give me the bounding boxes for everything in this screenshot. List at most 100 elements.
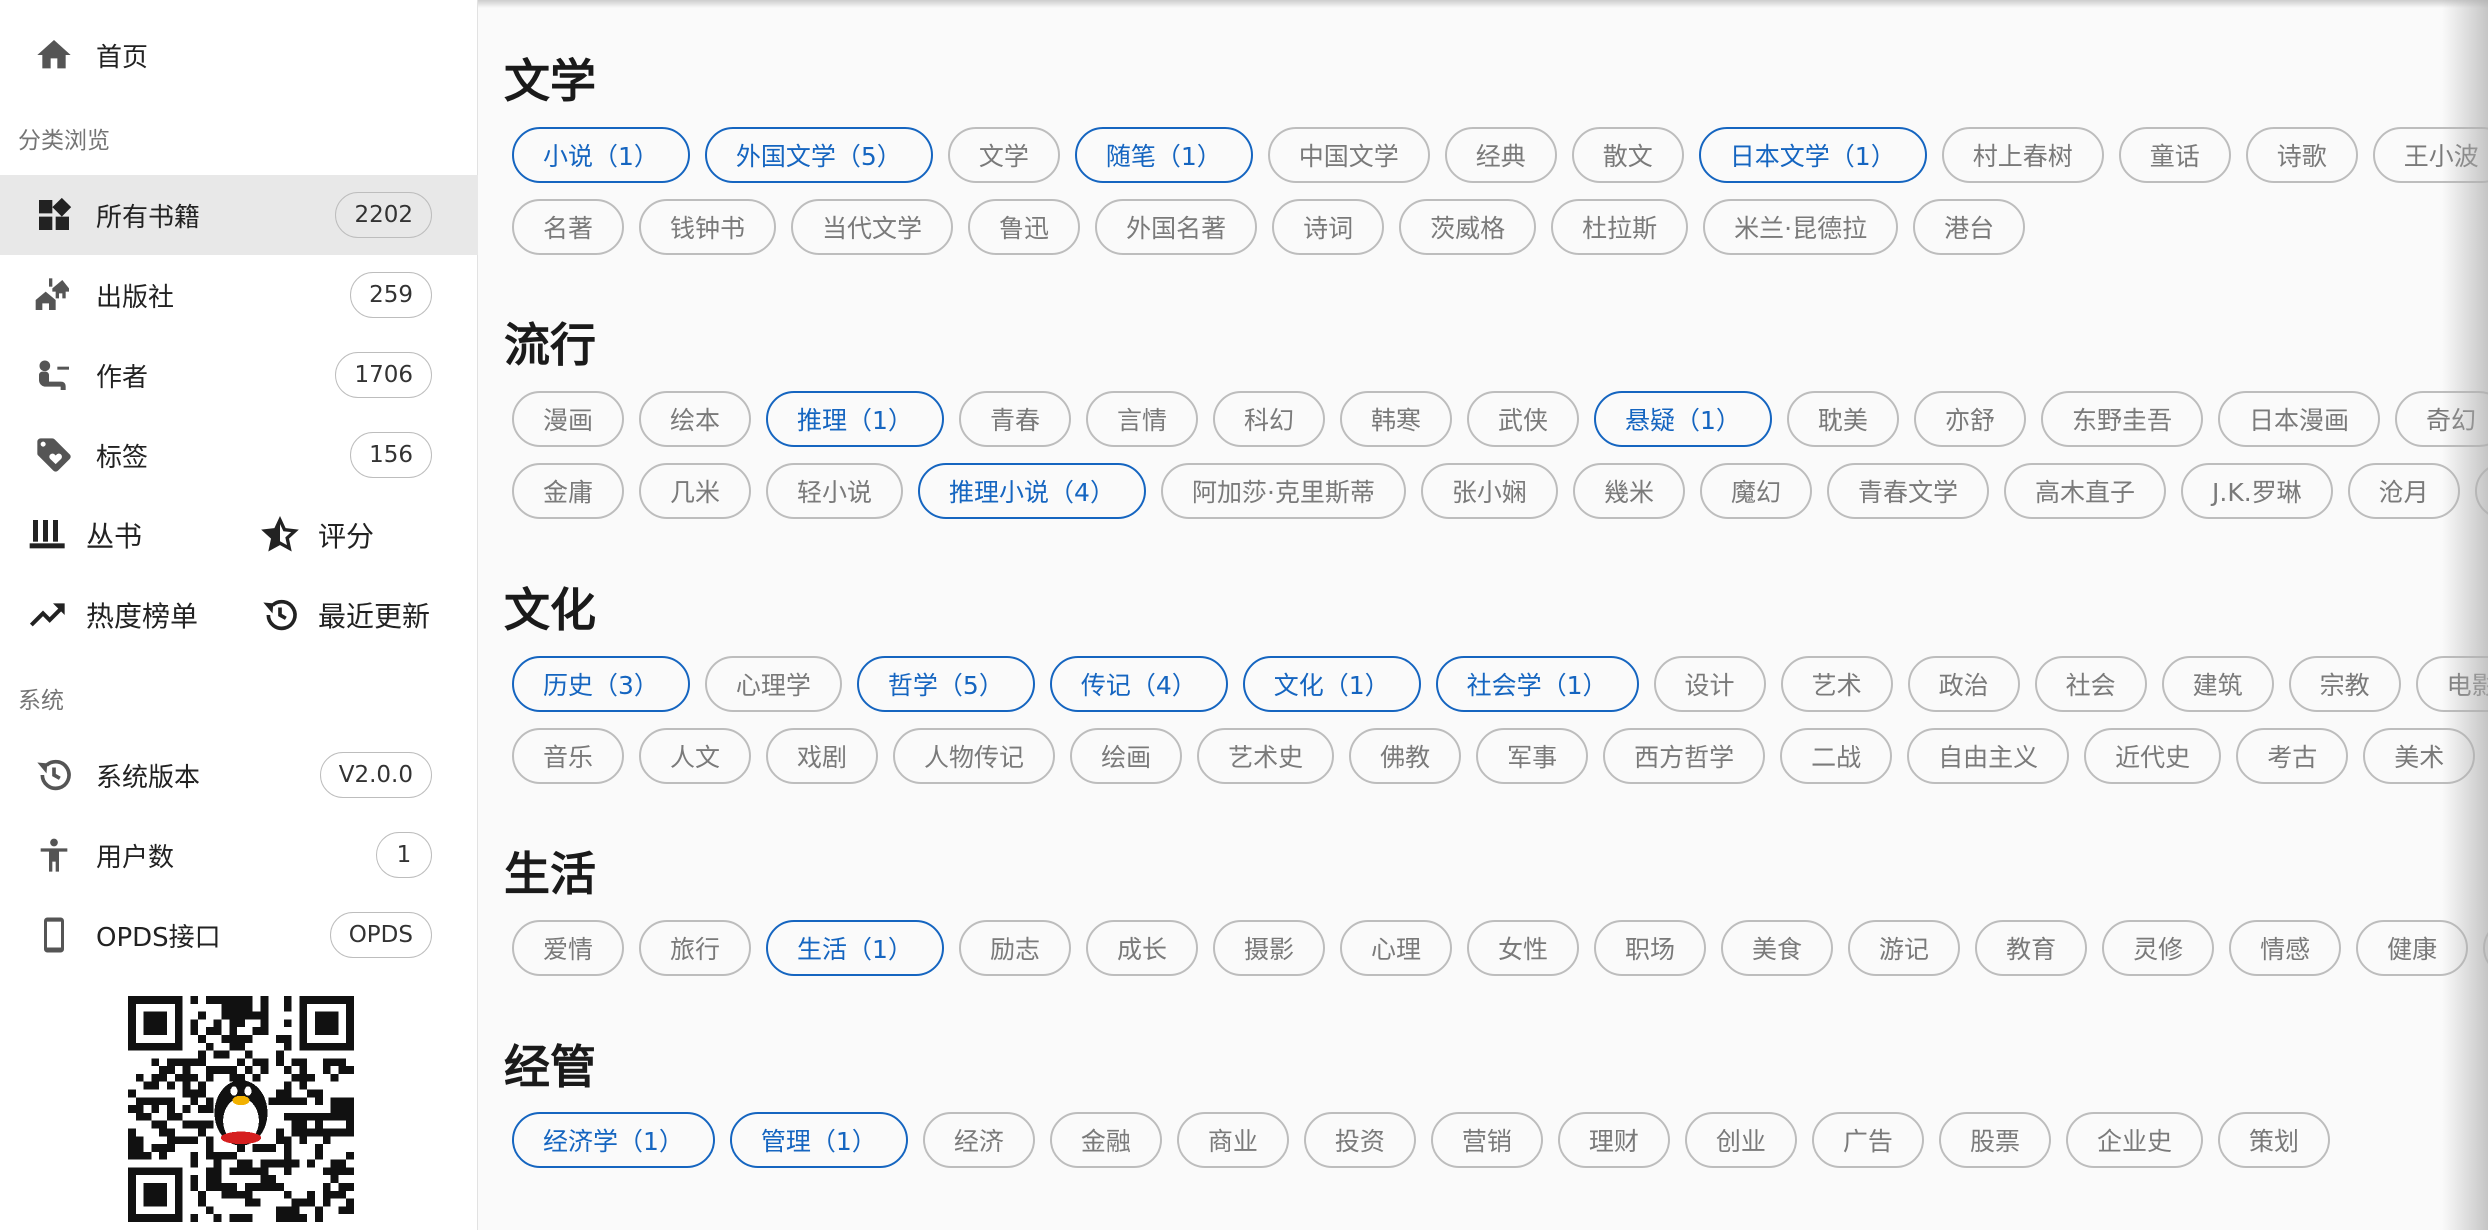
tag-chip[interactable]: 漫画 bbox=[512, 391, 625, 447]
tag-chip[interactable]: 成长 bbox=[1085, 920, 1198, 976]
tag-chip[interactable]: 港台 bbox=[1913, 199, 2026, 255]
tag-chip-active[interactable]: 悬疑（1） bbox=[1594, 391, 1772, 447]
nav-rating[interactable]: 评分 bbox=[260, 495, 374, 575]
tag-chip[interactable]: 东野圭吾 bbox=[2040, 391, 2203, 447]
tag-chip[interactable]: 音乐 bbox=[512, 728, 625, 784]
nav-home[interactable]: 首页 bbox=[0, 15, 478, 95]
nav-system-version[interactable]: 系统版本 V2.0.0 bbox=[0, 735, 478, 815]
tag-chip[interactable]: 宗教 bbox=[2288, 656, 2401, 712]
tag-chip[interactable]: 二战 bbox=[1780, 728, 1893, 784]
tag-chip[interactable]: 茨威格 bbox=[1399, 199, 1537, 255]
nav-tags[interactable]: 标签 156 bbox=[0, 415, 478, 495]
tag-chip[interactable]: 米兰·昆德拉 bbox=[1703, 199, 1899, 255]
tag-chip[interactable]: 钱钟书 bbox=[639, 199, 777, 255]
tag-chip[interactable]: 金融 bbox=[1049, 1112, 1162, 1168]
tag-chip[interactable]: 心理 bbox=[1339, 920, 1452, 976]
tag-chip[interactable]: 股票 bbox=[1938, 1112, 2051, 1168]
tag-chip[interactable]: 广告 bbox=[1811, 1112, 1924, 1168]
tag-chip-active[interactable]: 推理（1） bbox=[766, 391, 944, 447]
tag-chip[interactable]: 日本漫画 bbox=[2217, 391, 2380, 447]
nav-hot-ranking[interactable]: 热度榜单 bbox=[28, 575, 198, 655]
tag-chip[interactable]: 童话 bbox=[2118, 127, 2231, 183]
tag-chip[interactable]: 当代文学 bbox=[791, 199, 954, 255]
tag-chip-active[interactable]: 哲学（5） bbox=[856, 656, 1035, 712]
tag-chip[interactable]: 高木直子 bbox=[2003, 463, 2166, 519]
tag-chip[interactable]: 军事 bbox=[1476, 728, 1589, 784]
tag-chip[interactable]: 韩寒 bbox=[1339, 391, 1452, 447]
tag-chip[interactable]: 人文 bbox=[639, 728, 752, 784]
tag-chip[interactable]: 设计 bbox=[1653, 656, 1766, 712]
tag-chip[interactable]: 绘本 bbox=[639, 391, 752, 447]
tag-chip[interactable]: 创业 bbox=[1684, 1112, 1797, 1168]
tag-chip[interactable]: 几米 bbox=[639, 463, 752, 519]
tag-chip[interactable]: 外国名著 bbox=[1095, 199, 1258, 255]
tag-chip[interactable]: 商业 bbox=[1176, 1112, 1289, 1168]
nav-user-count[interactable]: 用户数 1 bbox=[0, 815, 478, 895]
tag-chip[interactable]: 社会 bbox=[2034, 656, 2147, 712]
tag-chip[interactable]: 政治 bbox=[1907, 656, 2020, 712]
tag-chip[interactable]: 投资 bbox=[1303, 1112, 1416, 1168]
tag-chip[interactable]: 职场 bbox=[1594, 920, 1707, 976]
tag-chip[interactable]: 杜拉斯 bbox=[1551, 199, 1689, 255]
tag-chip[interactable]: 鲁迅 bbox=[968, 199, 1081, 255]
tag-chip[interactable]: 武侠 bbox=[1467, 391, 1580, 447]
tag-chip[interactable]: 张小娴 bbox=[1420, 463, 1558, 519]
tag-chip[interactable]: 绘画 bbox=[1070, 728, 1183, 784]
tag-chip[interactable]: 诗歌 bbox=[2245, 127, 2358, 183]
nav-authors[interactable]: 作者 1706 bbox=[0, 335, 478, 415]
tag-chip[interactable]: 青春文学 bbox=[1826, 463, 1989, 519]
tag-chip[interactable]: 诗词 bbox=[1272, 199, 1385, 255]
tag-chip-active[interactable]: 文化（1） bbox=[1242, 656, 1421, 712]
tag-chip[interactable]: 心理学 bbox=[704, 656, 842, 712]
tag-chip[interactable]: 戏剧 bbox=[766, 728, 879, 784]
tag-chip[interactable]: 策划 bbox=[2217, 1112, 2330, 1168]
tag-chip[interactable]: 旅行 bbox=[639, 920, 752, 976]
tag-chip-active[interactable]: 经济学（1） bbox=[512, 1112, 715, 1168]
tag-chip[interactable]: 魔幻 bbox=[1699, 463, 1812, 519]
tag-chip[interactable]: 经典 bbox=[1444, 127, 1557, 183]
tag-chip[interactable]: 人物传记 bbox=[893, 728, 1056, 784]
tag-chip[interactable]: 西方哲学 bbox=[1603, 728, 1766, 784]
tag-chip[interactable]: 文学 bbox=[947, 127, 1060, 183]
tag-chip-active[interactable]: 社会学（1） bbox=[1435, 656, 1639, 712]
nav-series[interactable]: 丛书 bbox=[28, 495, 142, 575]
tag-chip[interactable]: 理财 bbox=[1557, 1112, 1670, 1168]
tag-chip-active[interactable]: 小说（1） bbox=[512, 127, 690, 183]
tag-chip[interactable]: 佛教 bbox=[1349, 728, 1462, 784]
tag-chip-active[interactable]: 随笔（1） bbox=[1074, 127, 1253, 183]
tag-chip-active[interactable]: 历史（3） bbox=[512, 656, 690, 712]
tag-chip[interactable]: 美食 bbox=[1721, 920, 1834, 976]
tag-chip[interactable]: 摄影 bbox=[1212, 920, 1325, 976]
tag-chip[interactable]: 幾米 bbox=[1572, 463, 1685, 519]
nav-all-books[interactable]: 所有书籍 2202 bbox=[0, 175, 478, 255]
tag-chip[interactable]: 散文 bbox=[1571, 127, 1684, 183]
tag-chip[interactable]: 名著 bbox=[512, 199, 625, 255]
tag-chip[interactable]: 教育 bbox=[1975, 920, 2088, 976]
tag-chip[interactable]: 爱情 bbox=[512, 920, 625, 976]
tag-chip-active[interactable]: 生活（1） bbox=[766, 920, 944, 976]
nav-recent-updates[interactable]: 最近更新 bbox=[260, 575, 430, 655]
tag-chip[interactable]: 自由主义 bbox=[1907, 728, 2070, 784]
tag-chip-active[interactable]: 日本文学（1） bbox=[1698, 127, 1927, 183]
tag-chip[interactable]: 营销 bbox=[1430, 1112, 1543, 1168]
tag-chip[interactable]: 游记 bbox=[1848, 920, 1961, 976]
tag-chip[interactable]: J.K.罗琳 bbox=[2181, 463, 2333, 519]
tag-chip[interactable]: 女性 bbox=[1467, 920, 1580, 976]
tag-chip-active[interactable]: 管理（1） bbox=[729, 1112, 908, 1168]
tag-chip-active[interactable]: 推理小说（4） bbox=[918, 463, 1146, 519]
tag-chip[interactable]: 考古 bbox=[2236, 728, 2349, 784]
nav-opds[interactable]: OPDS接口 OPDS bbox=[0, 895, 478, 975]
tag-chip[interactable]: 艺术 bbox=[1780, 656, 1893, 712]
tag-chip[interactable]: 励志 bbox=[958, 920, 1071, 976]
tag-chip[interactable]: 经济 bbox=[922, 1112, 1035, 1168]
tag-chip[interactable]: 金庸 bbox=[512, 463, 625, 519]
tag-chip[interactable]: 灵修 bbox=[2102, 920, 2215, 976]
tag-chip[interactable]: 村上春树 bbox=[1941, 127, 2104, 183]
tag-chip[interactable]: 近代史 bbox=[2084, 728, 2222, 784]
tag-chip[interactable]: 建筑 bbox=[2161, 656, 2274, 712]
tag-chip[interactable]: 艺术史 bbox=[1197, 728, 1335, 784]
tag-chip-active[interactable]: 传记（4） bbox=[1049, 656, 1228, 712]
tag-chip[interactable]: 企业史 bbox=[2065, 1112, 2203, 1168]
tag-chip[interactable]: 轻小说 bbox=[766, 463, 904, 519]
tag-chip[interactable]: 情感 bbox=[2229, 920, 2342, 976]
